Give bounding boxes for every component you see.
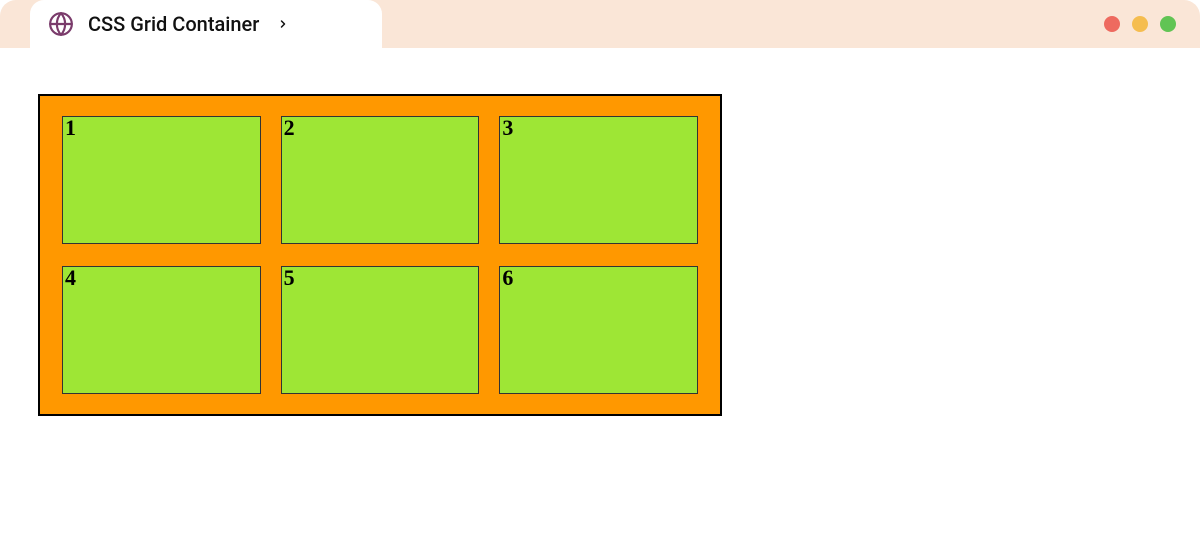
browser-tab[interactable]: CSS Grid Container: [30, 0, 382, 48]
grid-cell-label: 2: [284, 115, 295, 140]
grid-cell-label: 6: [502, 265, 513, 290]
window: CSS Grid Container 1 2 3 4 5 6: [0, 0, 1200, 545]
grid-cell: 6: [499, 266, 698, 394]
tab-title: CSS Grid Container: [88, 12, 259, 36]
globe-icon: [48, 11, 74, 37]
page-content: 1 2 3 4 5 6: [0, 48, 1200, 545]
maximize-window-button[interactable]: [1160, 16, 1176, 32]
grid-cell: 1: [62, 116, 261, 244]
grid-cell-label: 3: [502, 115, 513, 140]
window-controls: [1104, 0, 1176, 48]
tab-bar: CSS Grid Container: [0, 0, 1200, 48]
grid-cell: 2: [281, 116, 480, 244]
grid-container: 1 2 3 4 5 6: [38, 94, 722, 416]
chevron-right-icon: [277, 15, 289, 34]
grid-cell-label: 1: [65, 115, 76, 140]
close-window-button[interactable]: [1104, 16, 1120, 32]
grid-cell-label: 5: [284, 265, 295, 290]
grid-cell: 5: [281, 266, 480, 394]
minimize-window-button[interactable]: [1132, 16, 1148, 32]
grid-cell: 3: [499, 116, 698, 244]
grid-cell-label: 4: [65, 265, 76, 290]
grid-cell: 4: [62, 266, 261, 394]
